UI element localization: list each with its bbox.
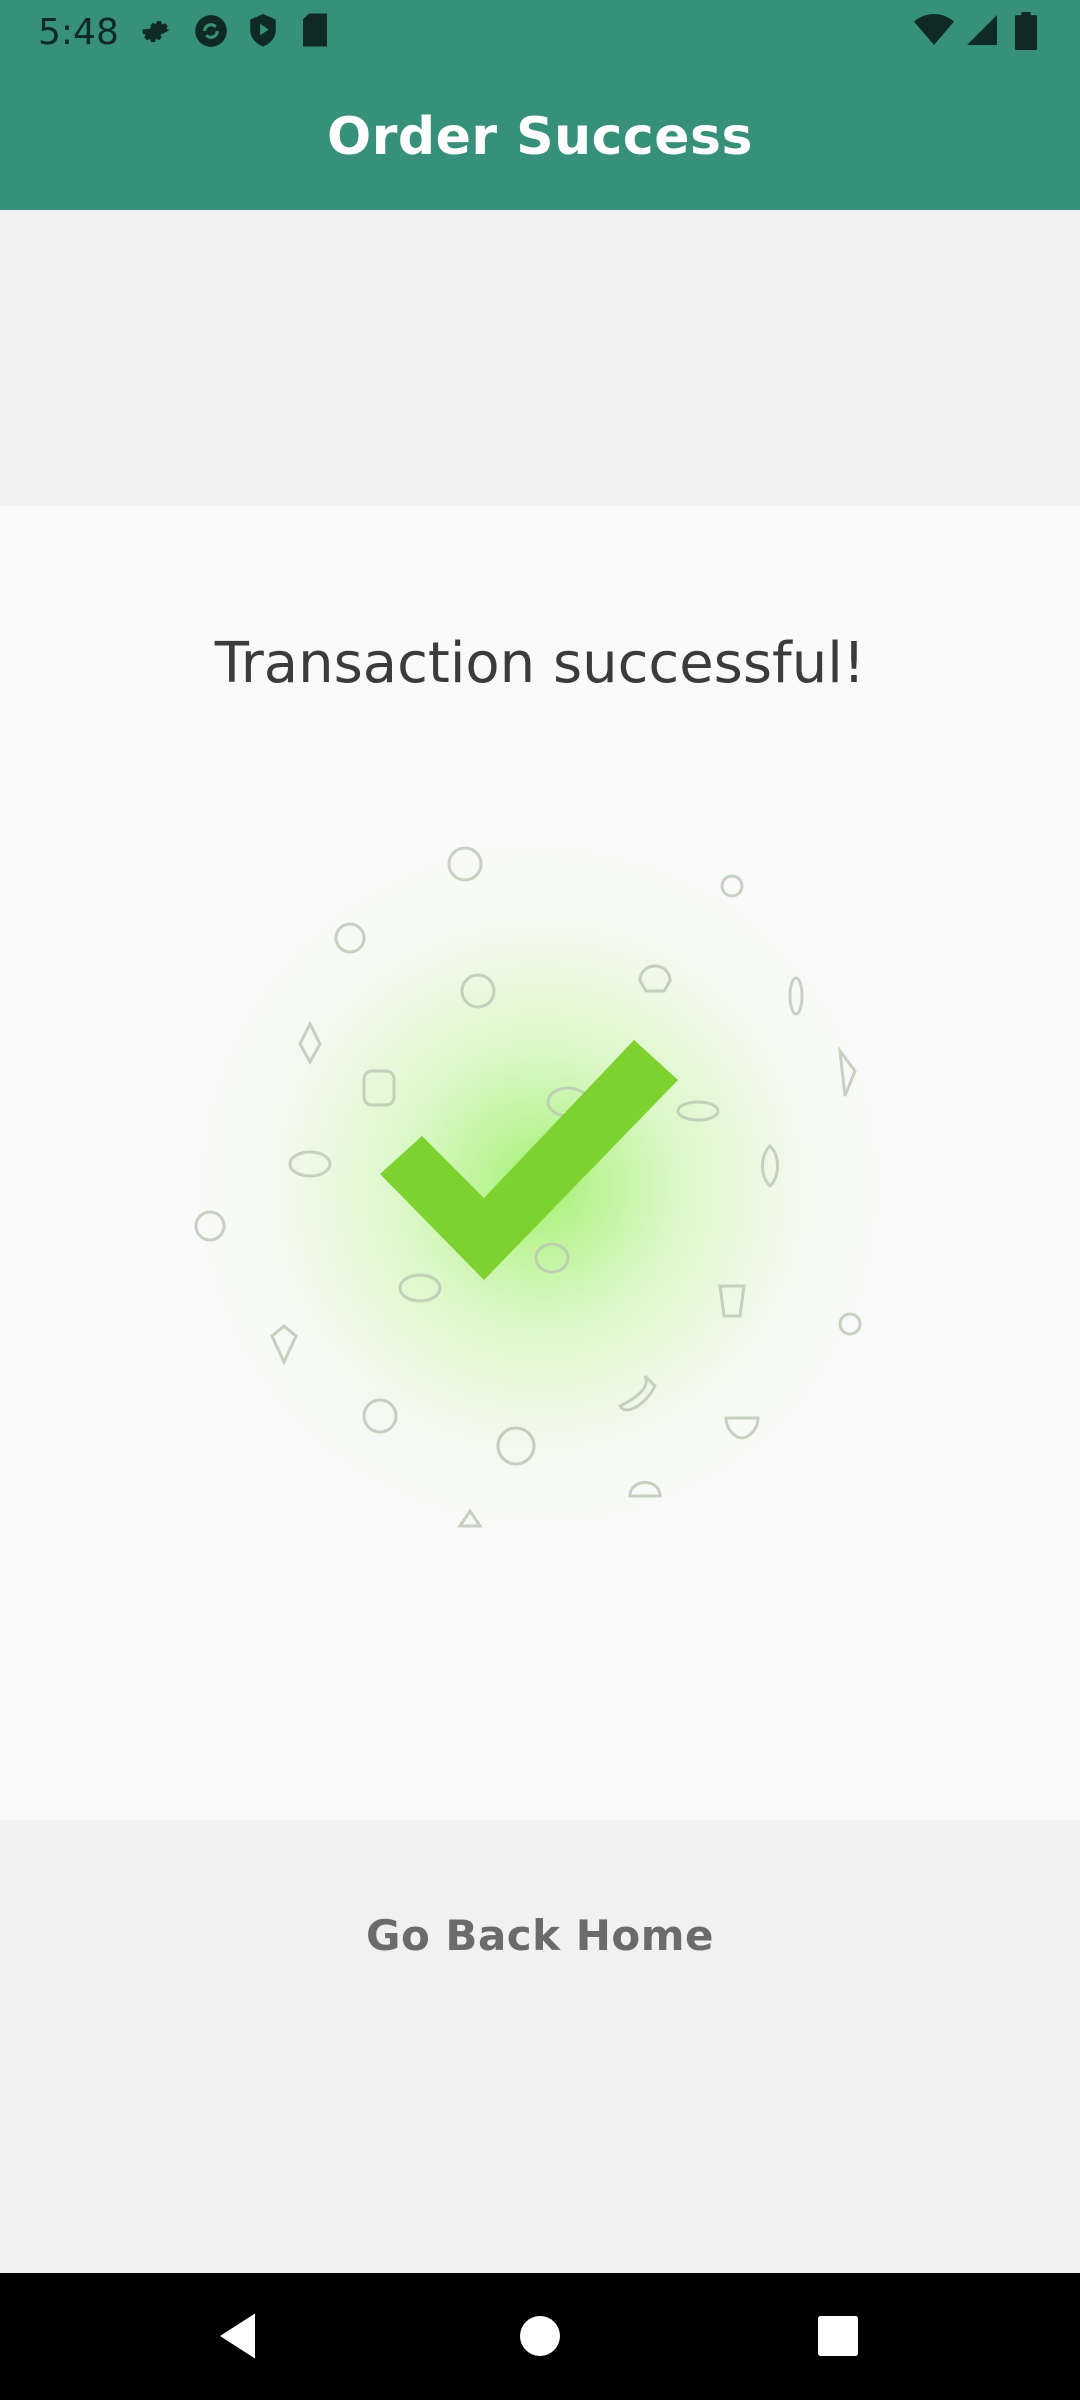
wifi-icon	[914, 12, 954, 52]
battery-icon	[1014, 12, 1054, 52]
app-bar: Order Success	[0, 63, 1080, 210]
sd-card-icon	[300, 12, 340, 52]
signal-icon	[964, 12, 1004, 52]
status-bar: 5:48	[0, 0, 1080, 63]
checkmark-with-vegetables-icon	[160, 806, 920, 1566]
success-message: Transaction successful!	[214, 631, 866, 696]
settings-icon	[138, 12, 178, 52]
status-time: 5:48	[38, 12, 119, 53]
home-icon[interactable]	[510, 2306, 570, 2366]
shield-play-icon	[246, 12, 286, 52]
back-icon[interactable]	[210, 2306, 270, 2366]
go-back-home-button[interactable]: Go Back Home	[0, 1820, 1080, 2050]
recents-icon[interactable]	[808, 2306, 868, 2366]
page-title: Order Success	[327, 106, 753, 167]
top-spacer	[0, 210, 1080, 506]
sync-icon	[192, 12, 232, 52]
system-nav-bar	[0, 2273, 1080, 2400]
go-back-home-label: Go Back Home	[365, 1910, 714, 1960]
success-card: Transaction successful!	[0, 506, 1080, 1820]
